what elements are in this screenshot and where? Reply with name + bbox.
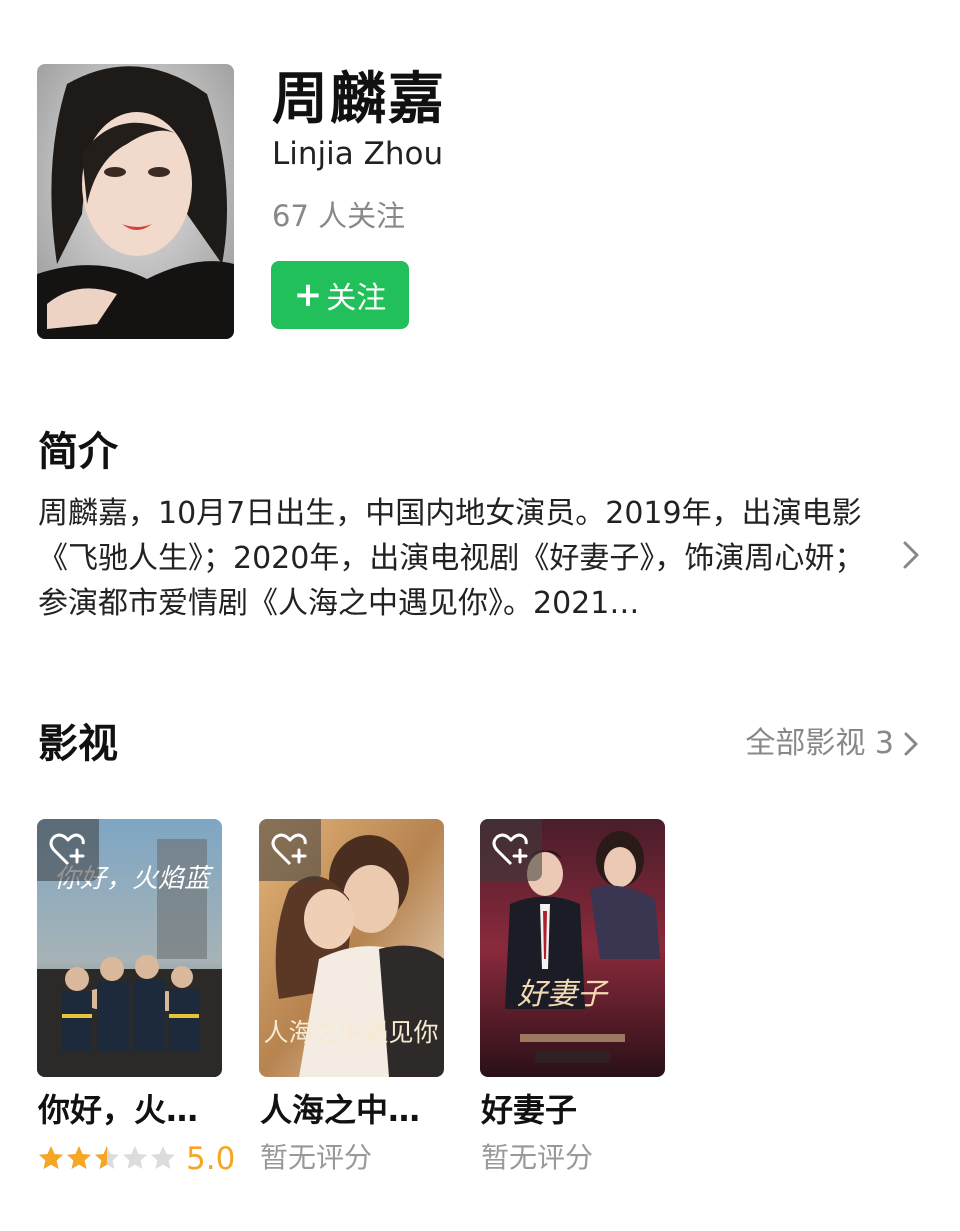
star-icon bbox=[39, 1146, 63, 1169]
film-poster-1[interactable]: 你好，火焰蓝 bbox=[37, 819, 222, 1077]
actor-name-cn: 周麟嘉 bbox=[272, 67, 446, 132]
rating-text-3: 暂无评分 bbox=[481, 1141, 594, 1174]
chevron-right-icon bbox=[904, 732, 918, 756]
poster-title-text: 好妻子 bbox=[517, 977, 609, 1012]
all-films-label: 全部影视 3 bbox=[745, 726, 894, 761]
plus-icon: + bbox=[293, 275, 323, 315]
film-poster-3[interactable]: 好妻子 bbox=[480, 819, 665, 1077]
all-films-link[interactable]: 全部影视 3 bbox=[745, 724, 920, 764]
follower-count: 67 人关注 bbox=[272, 199, 406, 233]
star-icon bbox=[123, 1146, 147, 1169]
actor-photo bbox=[37, 64, 234, 339]
poster-title-text: 人海之中遇见你 bbox=[263, 1018, 438, 1047]
films-heading: 影视 bbox=[38, 721, 118, 767]
film-poster-2[interactable]: 人海之中遇见你 bbox=[259, 819, 444, 1077]
rating-score: 5.0 bbox=[186, 1141, 236, 1177]
film-title-1[interactable]: 你好，火… bbox=[38, 1090, 228, 1130]
film-title-2[interactable]: 人海之中… bbox=[260, 1090, 450, 1130]
star-icon bbox=[67, 1146, 91, 1169]
rating-text-2: 暂无评分 bbox=[260, 1141, 373, 1174]
chevron-right-icon[interactable] bbox=[900, 538, 922, 572]
bio-heading: 简介 bbox=[38, 429, 118, 475]
follow-button-label: 关注 bbox=[326, 281, 387, 316]
favorite-button[interactable] bbox=[480, 819, 542, 881]
heart-plus-icon bbox=[49, 833, 85, 866]
star-icon bbox=[151, 1146, 175, 1169]
favorite-button[interactable] bbox=[37, 819, 99, 881]
actor-name-en: Linjia Zhou bbox=[272, 136, 444, 172]
actor-avatar bbox=[37, 64, 234, 339]
film-title-3[interactable]: 好妻子 bbox=[481, 1090, 671, 1130]
star-icon bbox=[95, 1146, 119, 1169]
star-rating bbox=[38, 1145, 176, 1171]
heart-plus-icon bbox=[492, 833, 528, 866]
follow-button[interactable]: + 关注 bbox=[271, 261, 409, 329]
bio-text[interactable]: 周麟嘉，10月7日出生，中国内地女演员。2019年，出演电影《飞驰人生》；202… bbox=[38, 491, 868, 626]
favorite-button[interactable] bbox=[259, 819, 321, 881]
heart-plus-icon bbox=[271, 833, 307, 866]
